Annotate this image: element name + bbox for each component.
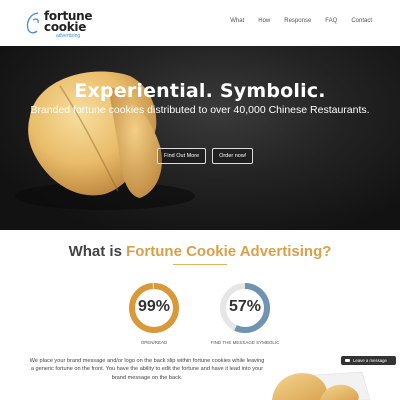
section-title: What is Fortune Cookie Advertising? bbox=[0, 243, 400, 260]
leave-message-button[interactable]: Leave a message bbox=[341, 356, 396, 365]
main-nav: What How Response FAQ Contact bbox=[230, 17, 372, 25]
hero-title: Experiential. Symbolic. bbox=[74, 80, 326, 102]
nav-item-how[interactable]: How bbox=[258, 17, 270, 25]
order-now-button[interactable]: Order now! bbox=[212, 148, 254, 164]
stat-value: 57% bbox=[228, 298, 262, 315]
stat-value: 99% bbox=[137, 298, 171, 315]
description-paragraph: We place your brand message and/or logo … bbox=[29, 358, 265, 381]
logo[interactable]: fortune cookie advertising bbox=[24, 10, 104, 40]
nav-item-what[interactable]: What bbox=[230, 17, 244, 25]
section-title-prefix: What is bbox=[68, 243, 127, 260]
fortune-cookie-box-image bbox=[272, 371, 371, 400]
nav-item-response[interactable]: Response bbox=[284, 17, 311, 25]
find-out-more-button[interactable]: Find Out More bbox=[157, 148, 207, 164]
stat-label: FIND THE MESSAGE SYMBOLIC bbox=[210, 340, 280, 345]
site-header: fortune cookie advertising What How Resp… bbox=[0, 0, 400, 46]
hero-buttons: Find Out More Order now! bbox=[157, 148, 254, 164]
logo-tagline: advertising bbox=[56, 33, 81, 39]
section-title-highlight: Fortune Cookie Advertising? bbox=[126, 243, 332, 260]
section-divider bbox=[173, 264, 227, 265]
logo-text-cookie: cookie bbox=[44, 20, 87, 34]
hero-subtitle: Branded fortune cookies distributed to o… bbox=[30, 104, 370, 116]
logo-swoosh-icon bbox=[26, 12, 39, 34]
nav-item-contact[interactable]: Contact bbox=[351, 17, 372, 25]
stat-label: OPEN/READ bbox=[140, 340, 168, 345]
chat-icon bbox=[345, 359, 350, 363]
nav-item-faq[interactable]: FAQ bbox=[325, 17, 337, 25]
hero-section: Experiential. Symbolic. Branded fortune … bbox=[0, 46, 400, 230]
fortune-cookie-image bbox=[15, 71, 195, 210]
leave-message-label: Leave a message bbox=[353, 358, 387, 363]
